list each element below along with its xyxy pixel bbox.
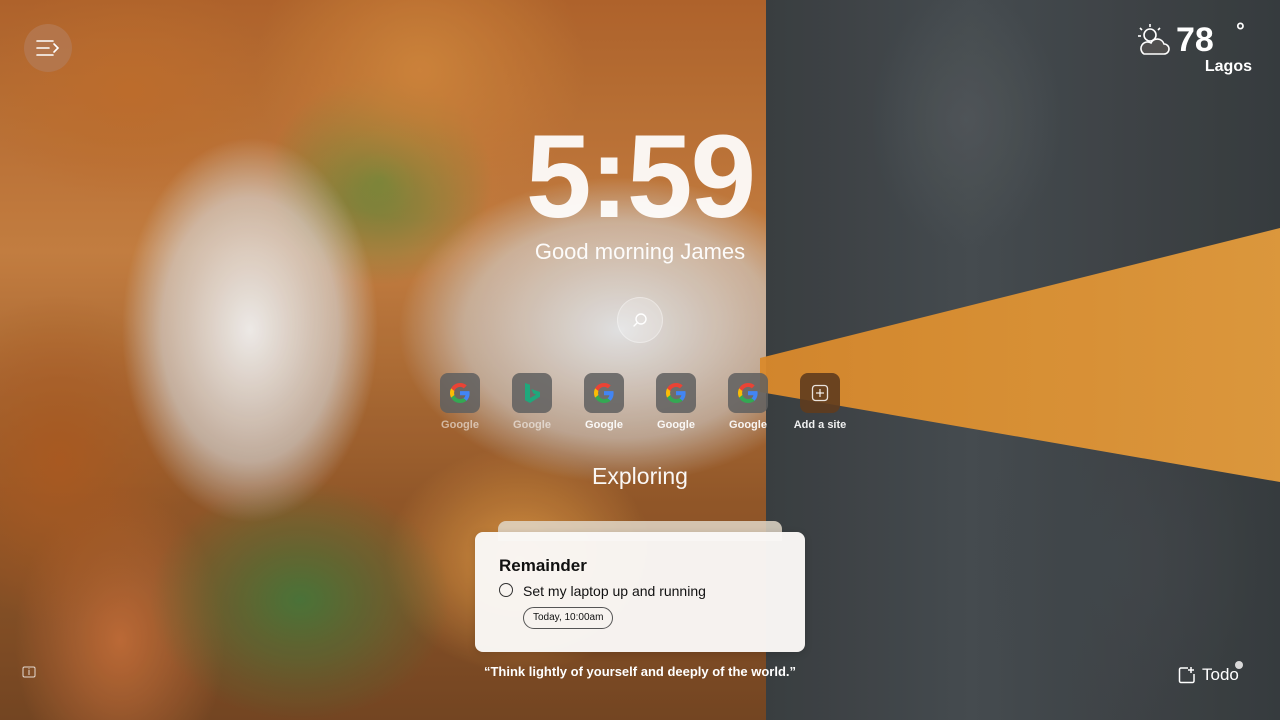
clock[interactable]: 5:59	[440, 112, 840, 242]
task-due-badge[interactable]: Today, 10:00am	[523, 607, 614, 629]
google-icon	[738, 383, 758, 403]
weather-city: Lagos	[1204, 58, 1252, 75]
todo-label: Todo	[1202, 665, 1239, 684]
shortcut-label: Google	[729, 419, 767, 431]
shortcut-tile[interactable]	[440, 373, 480, 413]
shortcut-google-4[interactable]: Google	[713, 373, 783, 433]
weather-widget[interactable]: 78 ° Lagos	[1136, 18, 1256, 80]
notification-dot	[1235, 661, 1243, 669]
shortcut-tile[interactable]	[512, 373, 552, 413]
shortcut-tile[interactable]	[584, 373, 624, 413]
shortcut-label: Google	[585, 419, 623, 431]
shortcut-google-1[interactable]: Google	[425, 373, 495, 433]
todo-icon	[1178, 667, 1195, 684]
google-icon	[666, 383, 686, 403]
mantra-text[interactable]: Exploring	[440, 462, 840, 490]
task-checkbox[interactable]	[499, 583, 513, 597]
degree-symbol: °	[1236, 18, 1245, 43]
add-site-label: Add a site	[793, 419, 847, 431]
task-text[interactable]: Set my laptop up and running	[523, 583, 706, 599]
shortcut-add-site[interactable]: Add a site	[785, 373, 855, 433]
greeting[interactable]: Good morning James	[440, 238, 840, 266]
search-icon	[633, 313, 647, 327]
search-button[interactable]	[617, 297, 663, 343]
info-button[interactable]	[22, 666, 36, 678]
bing-icon	[525, 383, 540, 403]
shortcut-label: Google	[657, 419, 695, 431]
shortcut-label: Google	[441, 419, 479, 431]
menu-icon	[36, 40, 60, 56]
quote-text[interactable]: “Think lightly of yourself and deeply of…	[440, 664, 840, 679]
shortcut-tile[interactable]	[728, 373, 768, 413]
shortcut-label: Google	[513, 419, 551, 431]
shortcut-google-3[interactable]: Google	[641, 373, 711, 433]
google-icon	[594, 383, 614, 403]
info-icon	[22, 666, 36, 678]
shortcut-google-2[interactable]: Google	[569, 373, 639, 433]
add-site-tile[interactable]	[800, 373, 840, 413]
menu-button[interactable]	[24, 24, 72, 72]
todo-button[interactable]: Todo	[1178, 661, 1258, 686]
add-site-icon	[811, 384, 829, 402]
shortcut-bing[interactable]: Google	[497, 373, 567, 433]
shortcut-tile[interactable]	[656, 373, 696, 413]
reminder-title: Remainder	[499, 556, 587, 575]
partly-cloudy-icon	[1138, 24, 1170, 55]
reminder-card[interactable]: Remainder Set my laptop up and running T…	[475, 532, 805, 652]
temperature: 78	[1176, 21, 1214, 59]
google-icon	[450, 383, 470, 403]
